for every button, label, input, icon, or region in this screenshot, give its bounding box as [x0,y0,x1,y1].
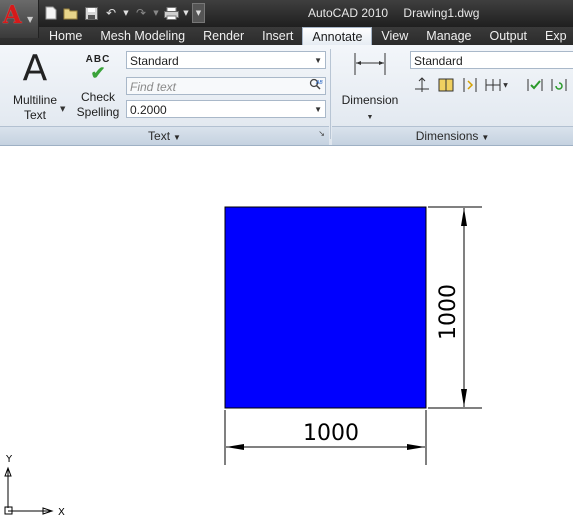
text-panel: A Multiline Text ▼ ABC ✔ Check Spelling … [0,45,329,145]
horizontal-dimension-text: 1000 [303,421,359,446]
ribbon-tabs: Home Mesh Modeling Render Insert Annotate Vie… [40,27,573,45]
dialog-launcher-icon[interactable]: ↘ [318,125,325,143]
multiline-dropdown-icon[interactable]: ▼ [60,105,65,113]
title-bar: A ▼ ↶ ▼ ↷ ▼ ▼ ▼ AutoCAD 2010 Drawing1.dw… [0,0,573,38]
chevron-down-icon: ▼ [314,56,322,65]
find-text-input[interactable]: Find text ABC [126,77,327,95]
dim-continue-icon[interactable]: ▼ [482,74,510,96]
app-name: AutoCAD 2010 [308,6,389,20]
arrowhead [407,444,425,450]
plot-icon[interactable] [162,4,180,22]
tab-exp[interactable]: Exp [536,27,573,45]
tab-annotate[interactable]: Annotate [302,27,373,45]
find-text-placeholder: Find text [130,80,177,94]
tab-home[interactable]: Home [40,27,91,45]
quick-access-toolbar: ↶ ▼ ↷ ▼ ▼ ▼ [42,3,205,23]
arrowhead [226,444,244,450]
dimensions-panel-title[interactable]: Dimensions ▼ [332,126,573,145]
dim-update-icon[interactable] [547,74,571,96]
dimensions-panel-label: Dimensions [415,129,479,143]
check-spelling-label: Check [80,90,115,104]
check-spelling-label-2: Spelling [76,105,120,119]
dim-space-icon[interactable] [410,74,434,96]
text-panel-label: Text [148,129,171,143]
dim-style-select[interactable]: Standard [410,51,573,69]
drawing-canvas[interactable]: 1000 1000 Y X [0,146,573,520]
undo-icon[interactable]: ↶ [102,4,120,22]
ucs-y-label: Y [5,454,13,465]
dimension-label: Dimension [341,93,399,107]
dimension-button[interactable]: Dimension ▼ [338,51,402,122]
blue-rectangle[interactable] [224,206,427,409]
dim-inspect-icon[interactable] [523,74,547,96]
window-title: AutoCAD 2010 Drawing1.dwg [308,6,491,20]
multiline-text-label-2: Text [23,108,46,122]
text-style-select[interactable]: Standard ▼ [126,51,326,69]
model-space: 1000 1000 Y X [4,206,482,518]
arrowhead [461,208,467,226]
open-icon[interactable] [62,4,80,22]
panel-divider [330,49,331,139]
dim-break-icon[interactable] [434,74,458,96]
chevron-down-icon: ▼ [481,133,490,142]
multiline-text-button[interactable]: A Multiline Text [6,51,64,123]
ribbon: A Multiline Text ▼ ABC ✔ Check Spelling … [0,45,573,146]
vertical-dimension-text: 1000 [436,284,461,340]
chevron-down-icon: ▼ [173,133,181,142]
chevron-down-icon: ▼ [27,15,34,24]
document-name: Drawing1.dwg [403,6,480,20]
ribbon-tab-strip: Home Mesh Modeling Render Insert Annotate Vie… [0,27,573,45]
tab-render[interactable]: Render [194,27,253,45]
redo-icon[interactable]: ↷ [132,4,150,22]
chevron-down-icon: ▼ [314,105,322,114]
autocad-logo-icon: A [3,0,22,29]
text-height-select[interactable]: 0.2000 ▼ [126,100,326,118]
chevron-down-icon[interactable]: ▼ [367,114,374,121]
linear-dimension-icon [338,51,402,81]
tab-insert[interactable]: Insert [253,27,302,45]
tab-output[interactable]: Output [480,27,536,45]
application-menu-button[interactable]: A ▼ [0,0,39,38]
multiline-text-icon: A [22,48,48,89]
dim-style-value: Standard [414,54,463,68]
tab-mesh-modeling[interactable]: Mesh Modeling [91,27,194,45]
ucs-icon: Y X [4,454,65,518]
text-panel-title[interactable]: Text ▼ ↘ [0,126,329,145]
multiline-text-label: Multiline [12,93,57,107]
text-style-value: Standard [130,54,179,68]
plot-dropdown-icon[interactable]: ▼ [182,4,190,22]
tab-view[interactable]: View [372,27,417,45]
text-height-value: 0.2000 [130,103,167,117]
arrowhead [461,389,467,407]
undo-dropdown-icon[interactable]: ▼ [122,4,130,22]
ucs-x-label: X [58,507,65,518]
tab-manage[interactable]: Manage [417,27,480,45]
horizontal-dimension[interactable]: 1000 [224,410,427,465]
customize-toolbar-icon[interactable]: ▼ [192,3,205,23]
dimensions-panel: Dimension ▼ Standard ▼ Dimensions ▼ [332,45,573,145]
vertical-dimension[interactable]: 1000 [428,206,482,409]
new-icon[interactable] [42,4,60,22]
check-spelling-button[interactable]: ABC ✔ Check Spelling [72,54,124,120]
save-icon[interactable] [82,4,100,22]
svg-text:ABC: ABC [315,80,323,86]
redo-dropdown-icon[interactable]: ▼ [152,4,160,22]
chevron-down-icon: ▼ [503,81,508,89]
dim-jog-icon[interactable] [458,74,482,96]
checkmark-icon: ✔ [90,63,106,83]
find-replace-icon[interactable]: ABC [308,78,327,94]
